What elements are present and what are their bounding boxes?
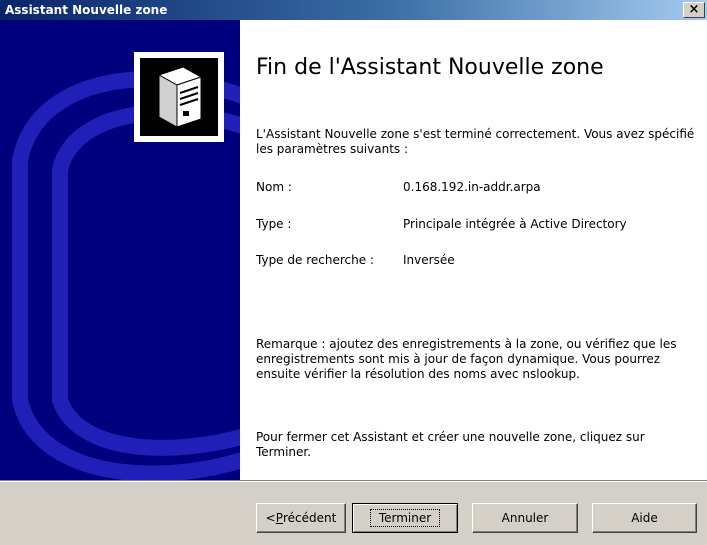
help-button-label: Aide [631,511,658,525]
wizard-heading: Fin de l'Assistant Nouvelle zone [256,55,604,80]
close-icon: × [688,2,700,17]
setting-label-name: Nom : [256,180,292,194]
setting-label-type: Type : [256,217,292,231]
title-bar[interactable]: Assistant Nouvelle zone × [0,0,707,20]
setting-value-name: 0.168.192.in-addr.arpa [403,180,541,194]
cancel-button-label: Annuler [501,511,549,525]
back-button-mnemonic: P [275,511,283,525]
help-button[interactable]: Aide [592,503,697,533]
setting-value-type: Principale intégrée à Active Directory [403,217,627,231]
wizard-sidebar-art [0,20,240,480]
back-button-prefix: < [265,511,276,525]
finish-button-label: Terminer [369,509,441,527]
note-text: Remarque : ajoutez des enregistrements à… [256,337,677,381]
back-button-label: récédent [282,511,337,525]
server-icon [134,52,224,142]
finish-hint-text: Pour fermer cet Assistant et créer une n… [256,430,645,459]
footer-separator [0,480,707,482]
back-button[interactable]: < Précédent [256,503,346,533]
setting-value-lookup-type: Inversée [403,253,455,267]
close-button[interactable]: × [683,2,705,18]
window-title: Assistant Nouvelle zone [5,3,168,17]
cancel-button[interactable]: Annuler [472,503,578,533]
setting-label-lookup-type: Type de recherche : [256,253,374,267]
intro-text: L'Assistant Nouvelle zone s'est terminé … [256,127,695,156]
finish-button[interactable]: Terminer [352,503,458,533]
